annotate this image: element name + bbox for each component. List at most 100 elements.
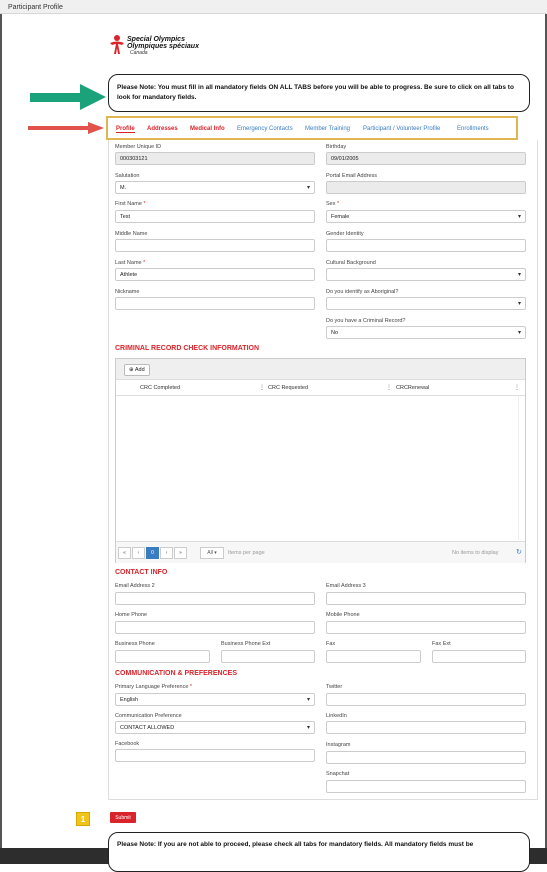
tab-participant-volunteer-profile[interactable]: Participant / Volunteer Profile bbox=[363, 126, 440, 132]
first-name-input[interactable]: Test bbox=[115, 210, 315, 223]
gender-identity-input[interactable] bbox=[326, 239, 526, 252]
tab-emergency-contacts[interactable]: Emergency Contacts bbox=[237, 126, 293, 132]
fax-ext-label: Fax Ext bbox=[432, 641, 451, 647]
window-title: Participant Profile bbox=[0, 0, 547, 14]
crc-add-button[interactable]: ⊕ Add bbox=[124, 364, 150, 376]
cultural-background-select[interactable] bbox=[326, 268, 526, 281]
crc-col-completed[interactable]: CRC Completed bbox=[140, 385, 180, 391]
logo-figure-icon bbox=[110, 35, 124, 54]
fax-label: Fax bbox=[326, 641, 336, 647]
special-olympics-logo: Special Olympics Olympiques spéciaux Can… bbox=[108, 34, 228, 60]
email2-input[interactable] bbox=[115, 592, 315, 605]
tab-addresses[interactable]: Addresses bbox=[147, 126, 178, 132]
home-phone-input[interactable] bbox=[115, 621, 315, 634]
facebook-label: Facebook bbox=[115, 741, 140, 747]
snapchat-input[interactable] bbox=[326, 780, 526, 793]
business-phone-ext-input[interactable] bbox=[221, 650, 315, 663]
tab-member-training[interactable]: Member Training bbox=[305, 126, 350, 132]
crc-section-title: CRIMINAL RECORD CHECK INFORMATION bbox=[115, 345, 260, 352]
next-page-icon[interactable]: › bbox=[160, 547, 173, 559]
birthday-field: 09/01/2005 bbox=[326, 152, 526, 165]
snapchat-label: Snapchat bbox=[326, 771, 350, 777]
facebook-input[interactable] bbox=[115, 749, 315, 762]
tab-profile[interactable]: Profile bbox=[116, 126, 135, 133]
instagram-label: Instagram bbox=[326, 742, 351, 748]
crc-col-renewal[interactable]: CRCRenewal bbox=[396, 385, 429, 391]
column-menu-icon[interactable]: ⋮ bbox=[259, 384, 265, 391]
business-phone-input[interactable] bbox=[115, 650, 210, 663]
sex-label: Sex * bbox=[326, 201, 340, 207]
business-phone-ext-label: Business Phone Ext bbox=[221, 641, 271, 647]
contact-section-title: CONTACT INFO bbox=[115, 569, 168, 576]
crc-grid-pager: « ‹ 0 › » All ▾ Items per page No items … bbox=[116, 541, 525, 563]
logo-text-en: Special Olympics bbox=[127, 36, 185, 43]
salutation-select[interactable]: M. bbox=[115, 181, 315, 194]
crc-col-requested[interactable]: CRC Requested bbox=[268, 385, 308, 391]
green-arrow-annotation bbox=[30, 84, 106, 110]
mobile-phone-label: Mobile Phone bbox=[326, 612, 360, 618]
email3-label: Email Address 3 bbox=[326, 583, 366, 589]
column-menu-icon[interactable]: ⋮ bbox=[386, 384, 392, 391]
email3-input[interactable] bbox=[326, 592, 526, 605]
fax-input[interactable] bbox=[326, 650, 421, 663]
cultural-background-label: Cultural Background bbox=[326, 260, 376, 266]
sex-select[interactable]: Female bbox=[326, 210, 526, 223]
crc-grid-scrollbar[interactable] bbox=[518, 396, 525, 540]
tab-enrollments[interactable]: Enrollments bbox=[457, 126, 489, 132]
middle-name-label: Middle Name bbox=[115, 231, 148, 237]
column-menu-icon[interactable]: ⋮ bbox=[514, 384, 520, 391]
middle-name-input[interactable] bbox=[115, 239, 315, 252]
profile-tabs: Profile Addresses Medical Info Emergency… bbox=[106, 116, 518, 140]
linkedin-input[interactable] bbox=[326, 721, 526, 734]
tab-medical-info[interactable]: Medical Info bbox=[190, 126, 225, 132]
nickname-label: Nickname bbox=[115, 289, 140, 295]
crc-grid-header: CRC Completed ⋮ CRC Requested ⋮ CRCRenew… bbox=[116, 380, 525, 396]
instagram-input[interactable] bbox=[326, 751, 526, 764]
portal-email-label: Portal Email Address bbox=[326, 173, 378, 179]
left-edge bbox=[0, 14, 2, 856]
logo-text-fr: Olympiques spéciaux bbox=[127, 43, 199, 50]
first-page-icon[interactable]: « bbox=[118, 547, 131, 559]
mandatory-fields-notice: Please Note: You must fill in all mandat… bbox=[108, 74, 530, 112]
no-items-label: No items to display bbox=[452, 550, 499, 556]
plus-icon: ⊕ bbox=[129, 367, 134, 373]
primary-language-label: Primary Language Preference * bbox=[115, 684, 193, 690]
logo-text-country: Canada bbox=[130, 50, 148, 56]
twitter-label: Twitter bbox=[326, 684, 343, 690]
submit-button[interactable]: Submit bbox=[110, 812, 136, 823]
last-name-input[interactable]: Athlete bbox=[115, 268, 315, 281]
step-badge: 1 bbox=[76, 812, 90, 826]
comm-pref-label: Communication Preference bbox=[115, 713, 182, 719]
aboriginal-select[interactable] bbox=[326, 297, 526, 310]
prev-page-icon[interactable]: ‹ bbox=[132, 547, 145, 559]
last-page-icon[interactable]: » bbox=[174, 547, 187, 559]
mobile-phone-input[interactable] bbox=[326, 621, 526, 634]
twitter-input[interactable] bbox=[326, 693, 526, 706]
aboriginal-label: Do you identify as Aboriginal? bbox=[326, 289, 399, 295]
email2-label: Email Address 2 bbox=[115, 583, 155, 589]
criminal-record-select[interactable]: No bbox=[326, 326, 526, 339]
criminal-record-label: Do you have a Criminal Record? bbox=[326, 318, 406, 324]
crc-grid: ⊕ Add CRC Completed ⋮ CRC Requested ⋮ CR… bbox=[115, 358, 526, 563]
items-per-page-label: Items per page bbox=[228, 550, 265, 556]
gender-identity-label: Gender Identity bbox=[326, 231, 364, 237]
current-page[interactable]: 0 bbox=[146, 547, 159, 559]
crc-grid-toolbar: ⊕ Add bbox=[116, 359, 525, 380]
fax-ext-input[interactable] bbox=[432, 650, 526, 663]
birthday-label: Birthday bbox=[326, 144, 347, 150]
nickname-input[interactable] bbox=[115, 297, 315, 310]
business-phone-label: Business Phone bbox=[115, 641, 155, 647]
first-name-label: First Name * bbox=[115, 201, 146, 207]
portal-email-field bbox=[326, 181, 526, 194]
member-id-field: 000303121 bbox=[115, 152, 315, 165]
last-name-label: Last Name * bbox=[115, 260, 146, 266]
home-phone-label: Home Phone bbox=[115, 612, 148, 618]
page-size-select[interactable]: All ▾ bbox=[200, 547, 224, 559]
comm-pref-select[interactable]: CONTACT ALLOWED bbox=[115, 721, 315, 734]
primary-language-select[interactable]: English bbox=[115, 693, 315, 706]
red-arrow-annotation bbox=[28, 122, 104, 134]
refresh-icon[interactable]: ↻ bbox=[516, 548, 522, 556]
proceed-notice: Please Note: If you are not able to proc… bbox=[108, 832, 530, 872]
salutation-label: Salutation bbox=[115, 173, 140, 179]
crc-add-label: Add bbox=[134, 367, 145, 373]
